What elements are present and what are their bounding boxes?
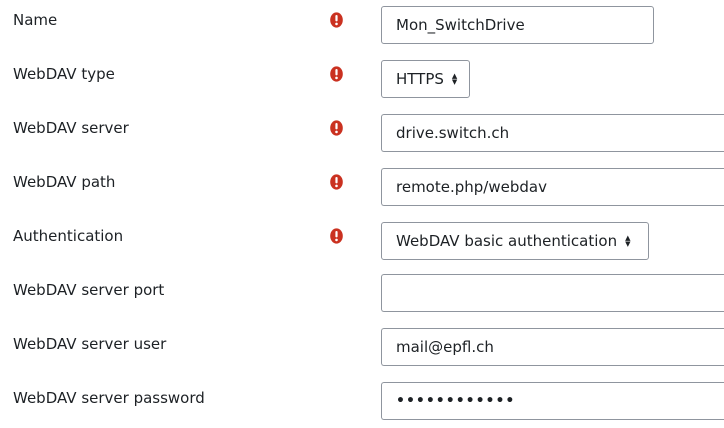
form-row-name: Name Mon_SwitchDrive <box>0 6 724 50</box>
webdav-server-port-label: WebDAV server port <box>13 281 165 299</box>
required-icon <box>330 12 343 28</box>
select-arrows-icon: ▲ ▼ <box>625 234 631 248</box>
webdav-server-port-input[interactable] <box>381 274 724 312</box>
webdav-type-select[interactable]: HTTPS ▲ ▼ <box>381 60 470 98</box>
name-input[interactable]: Mon_SwitchDrive <box>381 6 654 44</box>
webdav-server-input[interactable]: drive.switch.ch <box>381 114 724 152</box>
authentication-select[interactable]: WebDAV basic authentication ▲ ▼ <box>381 222 649 260</box>
webdav-server-password-label: WebDAV server password <box>13 389 205 407</box>
form-row-webdav-type: WebDAV type HTTPS ▲ ▼ <box>0 60 724 104</box>
webdav-path-value: remote.php/webdav <box>396 178 547 196</box>
name-input-value: Mon_SwitchDrive <box>396 16 525 34</box>
webdav-server-user-value: mail@epfl.ch <box>396 338 494 356</box>
webdav-server-password-value: •••••••••••• <box>396 393 516 409</box>
webdav-server-user-input[interactable]: mail@epfl.ch <box>381 328 724 366</box>
webdav-server-user-label: WebDAV server user <box>13 335 167 353</box>
authentication-label: Authentication <box>13 227 124 245</box>
required-icon <box>330 120 343 136</box>
form-row-webdav-server: WebDAV server drive.switch.ch <box>0 114 724 158</box>
form-row-authentication: Authentication WebDAV basic authenticati… <box>0 222 724 266</box>
webdav-type-value: HTTPS <box>396 70 444 88</box>
webdav-type-label: WebDAV type <box>13 65 115 83</box>
webdav-server-password-input[interactable]: •••••••••••• <box>381 382 724 420</box>
webdav-settings-form: Name Mon_SwitchDrive WebDAV type HTTPS ▲… <box>0 0 724 420</box>
select-arrows-icon: ▲ ▼ <box>451 72 458 86</box>
webdav-server-value: drive.switch.ch <box>396 124 510 142</box>
authentication-value: WebDAV basic authentication <box>396 232 618 250</box>
required-icon <box>330 228 343 244</box>
required-icon <box>330 66 343 82</box>
form-row-webdav-server-user: WebDAV server user mail@epfl.ch <box>0 328 724 374</box>
form-row-webdav-server-port: WebDAV server port <box>0 274 724 320</box>
webdav-path-label: WebDAV path <box>13 173 116 191</box>
form-row-webdav-server-password: WebDAV server password •••••••••••• <box>0 382 724 428</box>
form-row-webdav-path: WebDAV path remote.php/webdav <box>0 168 724 212</box>
name-label: Name <box>13 11 58 29</box>
webdav-path-input[interactable]: remote.php/webdav <box>381 168 724 206</box>
webdav-server-label: WebDAV server <box>13 119 129 137</box>
required-icon <box>330 174 343 190</box>
